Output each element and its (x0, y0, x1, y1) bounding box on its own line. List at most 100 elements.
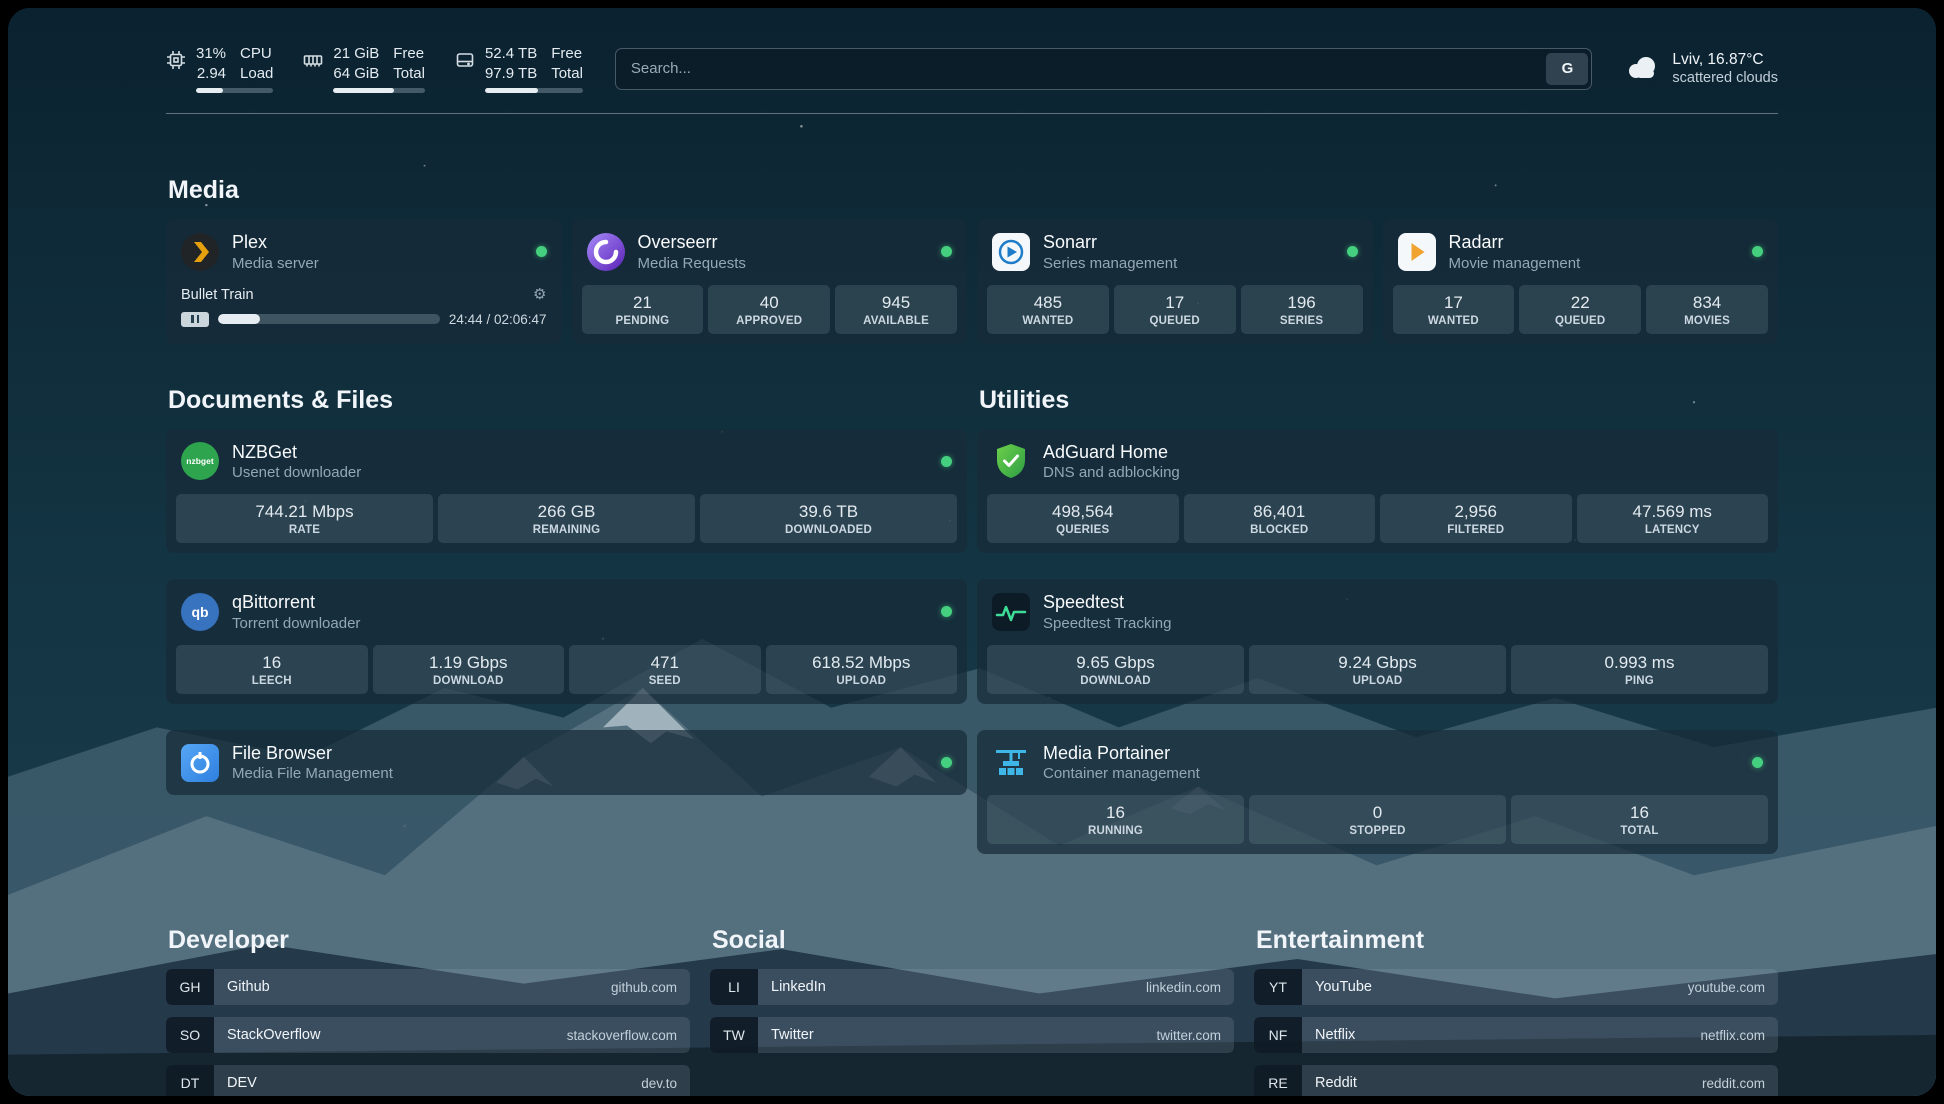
service-name: NZBGet (232, 442, 361, 464)
service-card-plex[interactable]: Plex Media server Bullet Train ⚙ (166, 219, 562, 344)
service-card-portainer[interactable]: Media Portainer Container management 16 … (977, 730, 1778, 855)
service-description: Series management (1043, 255, 1177, 272)
stat-box: 9.65 Gbps DOWNLOAD (987, 645, 1244, 694)
speedtest-icon (992, 593, 1030, 631)
memory-progressbar (333, 88, 425, 93)
bookmark-name: Github (214, 969, 611, 1005)
disk-free-label: Free (551, 44, 583, 64)
bookmark-stackoverflow[interactable]: SO StackOverflow stackoverflow.com (166, 1017, 690, 1053)
cpu-progressbar (196, 88, 273, 93)
bookmark-name: LinkedIn (758, 969, 1146, 1005)
nzbget-icon: nzbget (181, 442, 219, 480)
bookmark-domain: dev.to (641, 1065, 690, 1096)
gear-icon[interactable]: ⚙ (533, 287, 546, 302)
group-title-utilities: Utilities (979, 386, 1778, 415)
service-card-radarr[interactable]: Radarr Movie management 17 WANTED 22 QUE… (1383, 219, 1779, 344)
service-card-speedtest[interactable]: Speedtest Speedtest Tracking 9.65 Gbps D… (977, 579, 1778, 704)
bookmark-domain: github.com (611, 969, 690, 1005)
disk-icon (455, 50, 475, 75)
status-dot (536, 246, 547, 257)
bookmark-dev[interactable]: DT DEV dev.to (166, 1065, 690, 1096)
service-description: Media File Management (232, 765, 393, 782)
search-input[interactable] (619, 60, 1547, 77)
pause-button[interactable] (181, 312, 209, 327)
stat-box: 1.19 Gbps DOWNLOAD (373, 645, 565, 694)
service-card-sonarr[interactable]: Sonarr Series management 485 WANTED 17 Q… (977, 219, 1373, 344)
service-description: Media server (232, 255, 319, 272)
stat-box: 17 WANTED (1393, 285, 1515, 334)
sonarr-icon (992, 233, 1030, 271)
disk-total-label: Total (551, 64, 583, 84)
service-name: Sonarr (1043, 232, 1177, 254)
service-description: Container management (1043, 765, 1200, 782)
memory-free-value: 21 GiB (333, 44, 379, 64)
stat-box: 16 TOTAL (1511, 795, 1768, 844)
bookmark-abbr: SO (166, 1017, 214, 1053)
stat-box: 471 SEED (569, 645, 761, 694)
stat-box: 945 AVAILABLE (835, 285, 957, 334)
stat-box: 498,564 QUERIES (987, 494, 1179, 543)
bookmark-twitter[interactable]: TW Twitter twitter.com (710, 1017, 1234, 1053)
service-description: Speedtest Tracking (1043, 615, 1171, 632)
bookmark-abbr: LI (710, 969, 758, 1005)
bookmark-abbr: RE (1254, 1065, 1302, 1096)
plex-now-playing: Bullet Train ⚙ 24:44 / 02:06:47 (166, 285, 562, 340)
cpu-icon (166, 50, 186, 75)
memory-total-value: 64 GiB (333, 64, 379, 84)
bookmark-group-entertainment: Entertainment YT YouTube youtube.com NF … (1254, 926, 1778, 1096)
stat-box: 22 QUEUED (1519, 285, 1641, 334)
search-provider-button[interactable]: G (1546, 53, 1588, 85)
service-card-filebrowser[interactable]: File Browser Media File Management (166, 730, 967, 796)
bookmark-domain: youtube.com (1688, 969, 1778, 1005)
stat-box: 196 SERIES (1241, 285, 1363, 334)
service-card-overseerr[interactable]: Overseerr Media Requests 21 PENDING 40 A… (572, 219, 968, 344)
service-name: Speedtest (1043, 592, 1171, 614)
stat-box: 47.569 ms LATENCY (1577, 494, 1769, 543)
cpu-usage-label: CPU (240, 44, 273, 64)
stat-box: 618.52 Mbps UPLOAD (766, 645, 958, 694)
plex-icon (181, 233, 219, 271)
weather-condition: scattered clouds (1672, 70, 1778, 86)
bookmark-abbr: GH (166, 969, 214, 1005)
memory-total-label: Total (393, 64, 425, 84)
memory-widget: 21 GiB 64 GiB Free Total (303, 44, 425, 93)
bookmark-name: Netflix (1302, 1017, 1700, 1053)
bookmark-netflix[interactable]: NF Netflix netflix.com (1254, 1017, 1778, 1053)
status-dot (941, 757, 952, 768)
bookmark-group-title: Entertainment (1256, 926, 1778, 955)
bookmark-domain: stackoverflow.com (567, 1017, 690, 1053)
service-card-qbittorrent[interactable]: qb qBittorrent Torrent downloader 16 LEE… (166, 579, 967, 704)
service-card-nzbget[interactable]: nzbget NZBGet Usenet downloader 744.21 M… (166, 429, 967, 554)
bookmark-reddit[interactable]: RE Reddit reddit.com (1254, 1065, 1778, 1096)
playback-time: 24:44 / 02:06:47 (449, 312, 547, 327)
overseerr-icon (587, 233, 625, 271)
status-dot (1752, 246, 1763, 257)
service-name: AdGuard Home (1043, 442, 1180, 464)
bookmark-name: StackOverflow (214, 1017, 567, 1053)
bookmark-linkedin[interactable]: LI LinkedIn linkedin.com (710, 969, 1234, 1005)
bookmark-github[interactable]: GH Github github.com (166, 969, 690, 1005)
cpu-load-label: Load (240, 64, 273, 84)
stat-box: 485 WANTED (987, 285, 1109, 334)
svg-text:nzbget: nzbget (186, 456, 214, 466)
service-card-adguard[interactable]: AdGuard Home DNS and adblocking 498,564 … (977, 429, 1778, 554)
topbar-divider (166, 113, 1778, 114)
bookmark-abbr: YT (1254, 969, 1302, 1005)
svg-text:qb: qb (191, 604, 208, 620)
filebrowser-icon (181, 744, 219, 782)
memory-icon (303, 50, 323, 75)
bookmark-group-title: Developer (168, 926, 690, 955)
bookmark-domain: netflix.com (1700, 1017, 1778, 1053)
group-title-media: Media (168, 176, 1778, 205)
bookmark-group-title: Social (712, 926, 1234, 955)
stat-box: 266 GB REMAINING (438, 494, 695, 543)
radarr-icon (1398, 233, 1436, 271)
bookmark-youtube[interactable]: YT YouTube youtube.com (1254, 969, 1778, 1005)
cpu-load-value: 2.94 (197, 64, 226, 84)
disk-free-value: 52.4 TB (485, 44, 537, 64)
bookmark-abbr: NF (1254, 1017, 1302, 1053)
group-utilities: Utilities AdGuard (977, 386, 1778, 881)
bookmark-group-social: Social LI LinkedIn linkedin.com TW Twitt… (710, 926, 1234, 1096)
stat-box: 0.993 ms PING (1511, 645, 1768, 694)
bookmark-abbr: TW (710, 1017, 758, 1053)
